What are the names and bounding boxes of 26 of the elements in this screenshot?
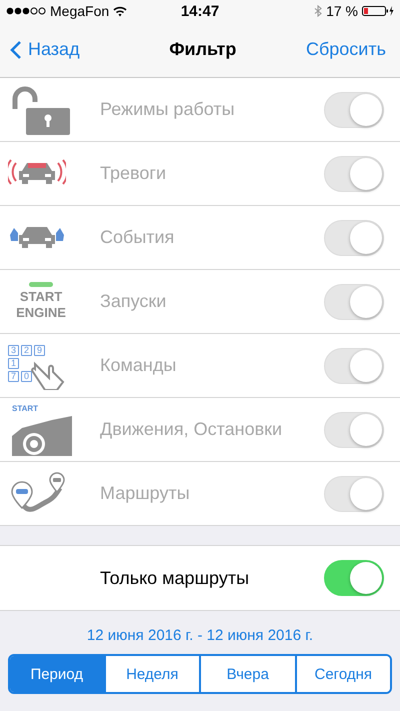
carrier-name: MegaFon: [50, 3, 110, 19]
filter-label: Тревоги: [100, 163, 167, 184]
filter-label: Движения, Остановки: [100, 419, 284, 440]
filter-label: События: [100, 227, 176, 248]
filter-label: Режимы работы: [100, 99, 236, 120]
toggle-label: Только маршруты: [100, 568, 250, 588]
back-button[interactable]: Назад: [10, 39, 80, 60]
reset-button[interactable]: Сбросить: [306, 39, 386, 60]
clock-time: 14:47: [180, 2, 220, 20]
period-segment[interactable]: Вчера: [199, 656, 294, 692]
car-open-doors-icon: [8, 224, 66, 250]
battery-percent: 17 %: [326, 3, 358, 19]
back-chevron-icon: [10, 40, 22, 60]
wifi-icon: [113, 6, 128, 16]
signal-icon: [6, 7, 46, 15]
screen-title: Фильтр: [169, 39, 236, 60]
battery-icon: [362, 5, 394, 17]
filter-label: Команды: [100, 355, 178, 376]
filter-label: Запуски: [100, 291, 168, 312]
date-range-link[interactable]: 12 июня 2016 г. - 12 июня 2016 г.: [86, 627, 314, 644]
period-segment[interactable]: Неделя: [104, 656, 199, 692]
bluetooth-icon: [314, 5, 322, 17]
period-segment[interactable]: Период: [10, 656, 104, 692]
filter-label: Маршруты: [100, 483, 191, 504]
period-segment[interactable]: Сегодня: [294, 656, 390, 692]
toggle-switch[interactable]: [324, 560, 384, 596]
